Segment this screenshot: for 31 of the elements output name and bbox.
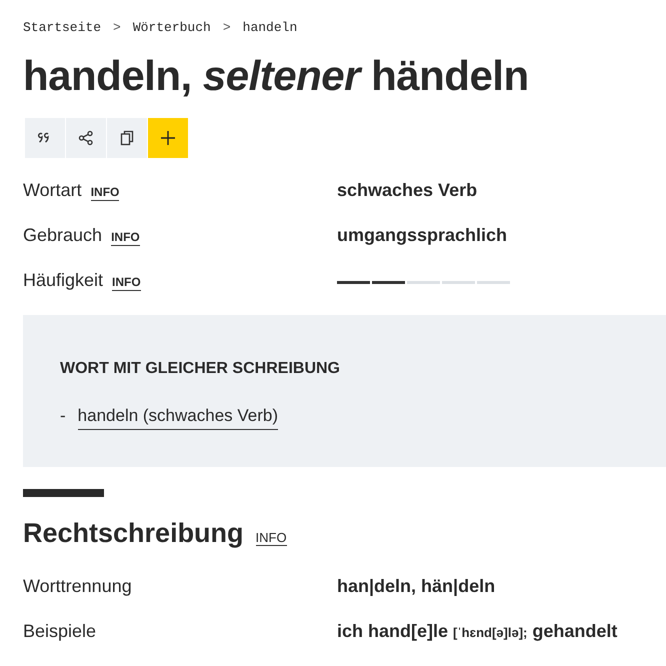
section-title: Rechtschreibung — [23, 517, 244, 550]
chevron-icon: > — [222, 18, 231, 38]
property-value: umgangssprachlich — [337, 224, 508, 247]
property-value: han|deln, hän|deln — [337, 574, 496, 598]
plus-icon — [160, 130, 176, 146]
property-label: Wortart — [23, 179, 82, 202]
property-value: ich hand[e]le — [337, 620, 448, 643]
property-value: schwaches Verb — [337, 179, 478, 202]
copy-button[interactable] — [107, 118, 147, 158]
property-label: Worttrennung — [23, 574, 132, 598]
page-title: handeln, seltener händeln — [23, 51, 530, 101]
property-label: Gebrauch — [23, 224, 102, 247]
share-button[interactable] — [66, 118, 106, 158]
property-value: gehandelt — [532, 620, 618, 643]
chevron-icon: > — [113, 18, 121, 38]
info-link[interactable]: INFO — [112, 275, 141, 291]
property-label: Häufigkeit — [23, 269, 104, 292]
info-link[interactable]: INFO — [256, 530, 287, 546]
copy-icon — [120, 130, 134, 146]
property-label: Beispiele — [23, 620, 96, 643]
cite-button[interactable] — [25, 118, 65, 158]
share-icon — [78, 130, 94, 146]
breadcrumb-link[interactable]: Wörterbuch — [132, 18, 211, 38]
panel-heading: WORT MIT GLEICHER SCHREIBUNG — [60, 359, 341, 379]
bullet-dash: - — [60, 405, 66, 427]
breadcrumb-link[interactable]: Startseite — [23, 18, 102, 38]
breadcrumb-current[interactable]: handeln — [242, 18, 298, 38]
info-link[interactable]: INFO — [90, 185, 120, 201]
info-link[interactable]: INFO — [111, 230, 140, 246]
word-link[interactable]: handeln (schwaches Verb) — [78, 403, 278, 430]
pronunciation: [ˈhɛnd[ə]lə]; — [453, 624, 528, 642]
